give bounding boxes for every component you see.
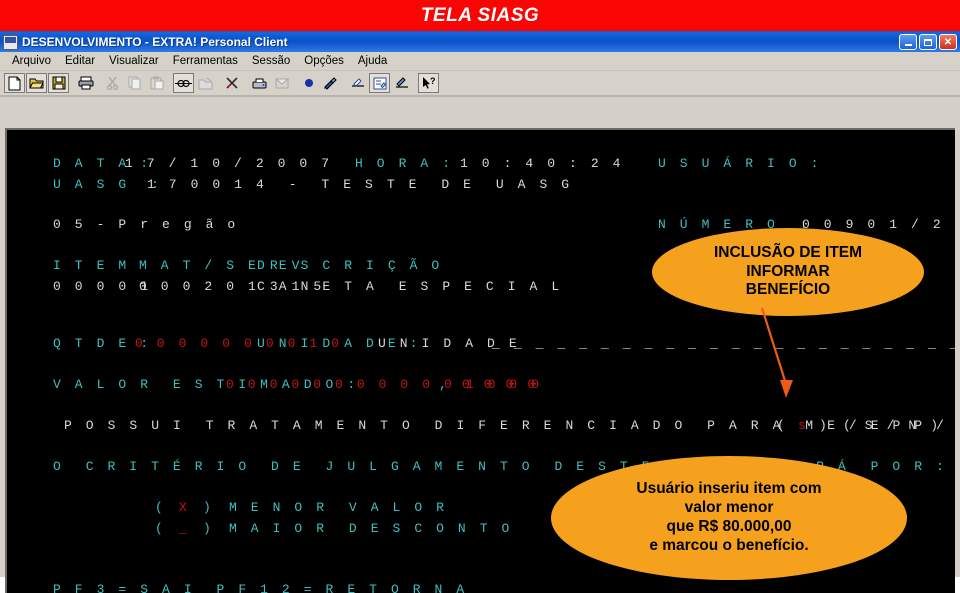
data-value: 1 7 / 1 0 / 2 0 0 7 (125, 156, 333, 171)
usuario-label: U S U Á R I O : (658, 156, 822, 171)
new-document-icon[interactable] (4, 73, 25, 93)
help-pointer-icon[interactable]: ? (418, 73, 439, 93)
save-disk-icon[interactable] (48, 73, 69, 93)
callout-bottom-line3: que R$ 80.000,00 (666, 518, 792, 535)
window-title: DESENVOLVIMENTO - EXTRA! Personal Client (22, 35, 288, 49)
minimize-button[interactable] (899, 34, 917, 50)
callout-bottom-line4: e marcou o benefício. (649, 536, 809, 554)
connect-icon[interactable] (173, 73, 194, 93)
uasg-label: U A S G : (53, 177, 163, 192)
cut-scissors-icon[interactable] (102, 73, 123, 93)
tratamento-paren-close: ) (819, 418, 830, 433)
option-menor-valor-paren-open: ( (155, 500, 166, 515)
function-keys-footer: P F 3 = S A I P F 1 2 = R E T O R N A (53, 582, 468, 593)
option-menor-valor-paren-close: ) (203, 500, 214, 515)
valor-decimal-separator: , (439, 377, 450, 392)
tela-siasg-banner: TELA SIASG (0, 0, 960, 31)
record-dot-icon[interactable] (298, 73, 319, 93)
window-controls: ✕ (899, 34, 957, 50)
callout-top-line1: INCLUSÃO DE ITEM (713, 243, 863, 261)
valor-decimals-field[interactable]: 0 0 0 0 (462, 377, 538, 392)
file-transfer-icon[interactable] (249, 73, 270, 93)
disconnect-folder-icon[interactable] (195, 73, 216, 93)
toolbar: ? (0, 71, 960, 97)
tratamento-hint: ( S / N ) (843, 418, 942, 433)
terminal-window-icon (3, 34, 18, 50)
menu-item-ferramentas[interactable]: Ferramentas (166, 52, 245, 70)
option-maior-desconto-paren-close: ) (203, 521, 214, 536)
menu-item-visualizar[interactable]: Visualizar (102, 52, 166, 70)
maximize-button[interactable] (919, 34, 937, 50)
option-maior-desconto-paren-open: ( (155, 521, 166, 536)
open-folder-icon[interactable] (26, 73, 47, 93)
minimize-icon (904, 43, 912, 46)
menu-item-sessao[interactable]: Sessão (245, 52, 297, 70)
option-maior-desconto-label: M A I O R D E S C O N T O (229, 521, 513, 536)
copy-icon[interactable] (124, 73, 145, 93)
menu-item-ajuda[interactable]: Ajuda (351, 52, 394, 70)
paste-icon[interactable] (146, 73, 167, 93)
menu-item-arquivo[interactable]: Arquivo (5, 52, 58, 70)
tratamento-paren-open: ( (777, 418, 788, 433)
callout-bottom-line1: Usuário inseriu item com (636, 480, 822, 498)
edit-toolbar-icon[interactable] (391, 73, 412, 93)
svg-text:?: ? (430, 76, 436, 86)
window-titlebar: DESENVOLVIMENTO - EXTRA! Personal Client… (0, 32, 960, 52)
item-descricao-value: C A N E T A E S P E C I A L (257, 279, 563, 294)
callout-top-line2: INFORMAR (746, 262, 830, 280)
screenshot-root: TELA SIASG DESENVOLVIMENTO - EXTRA! Pers… (0, 0, 960, 593)
callout-inclusao-item: INCLUSÃO DE ITEM INFORMAR BENEFÍCIO (652, 228, 924, 316)
callout-bottom-text: Usuário inseriu item com valor menor que… (636, 480, 821, 556)
option-menor-valor-mark[interactable]: X (179, 500, 190, 515)
menu-item-opcoes[interactable]: Opções (297, 52, 351, 70)
callout-top-line3: BENEFÍCIO (745, 281, 831, 299)
tratamento-answer-field[interactable]: s (798, 418, 809, 433)
edit-layout-icon[interactable] (369, 73, 390, 93)
close-icon: ✕ (943, 36, 953, 48)
print-icon[interactable] (75, 73, 96, 93)
modalidade-value: 0 5 - P r e g ã o (53, 217, 239, 232)
close-button[interactable]: ✕ (939, 34, 957, 50)
maximize-icon (924, 38, 932, 46)
edit-keyboard-icon[interactable] (347, 73, 368, 93)
callout-top-text: INCLUSÃO DE ITEM INFORMAR BENEFÍCIO (714, 244, 862, 301)
column-header-descricao: D E S C R I Ç Ã O (257, 258, 443, 273)
uasg-value: 1 7 0 0 1 4 - T E S T E D E U A S G (147, 177, 573, 192)
menubar: Arquivo Editar Visualizar Ferramentas Se… (0, 52, 960, 71)
banner-title: TELA SIASG (420, 5, 540, 26)
receive-icon[interactable] (271, 73, 292, 93)
hora-label: H O R A : (355, 156, 454, 171)
unidade-fill: _ _ _ _ _ _ _ _ _ _ _ _ _ _ _ _ _ _ _ _ … (492, 336, 955, 351)
menu-item-editar[interactable]: Editar (58, 52, 102, 70)
column-header-item: I T E M (53, 258, 130, 273)
item-number-value: 0 0 0 0 1 (53, 279, 152, 294)
cancel-tools-icon[interactable] (222, 73, 243, 93)
callout-bottom-line2: valor menor (684, 499, 774, 517)
run-macro-icon[interactable] (320, 73, 341, 93)
option-menor-valor-label: M E N O R V A L O R (229, 500, 448, 515)
callout-usuario-inseriu-item: Usuário inseriu item com valor menor que… (551, 456, 907, 580)
option-maior-desconto-mark[interactable]: _ (179, 521, 190, 536)
hora-value: 1 0 : 4 0 : 2 4 (460, 156, 624, 171)
